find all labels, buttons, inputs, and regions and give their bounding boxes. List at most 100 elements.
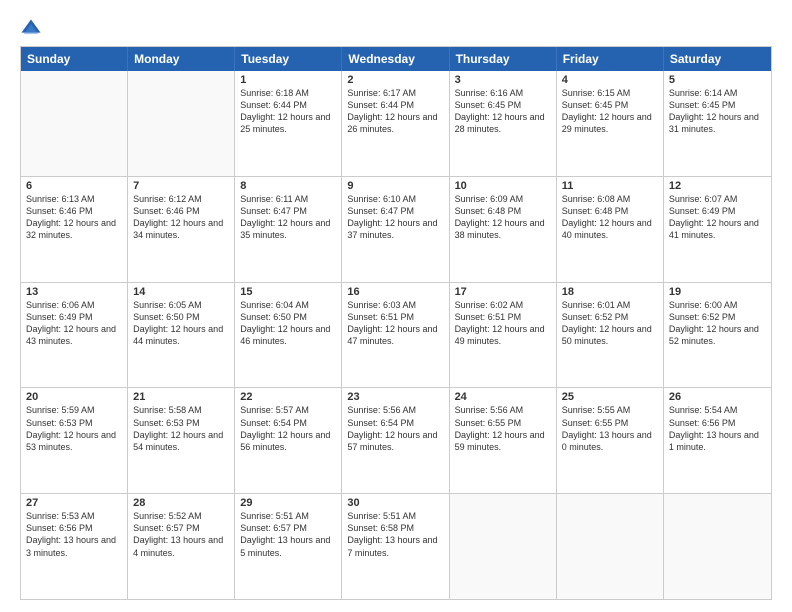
day-info: Sunrise: 5:53 AM Sunset: 6:56 PM Dayligh… [26, 510, 122, 559]
calendar-cell: 20Sunrise: 5:59 AM Sunset: 6:53 PM Dayli… [21, 388, 128, 493]
header-day-saturday: Saturday [664, 47, 771, 71]
day-number: 28 [133, 497, 229, 509]
page: SundayMondayTuesdayWednesdayThursdayFrid… [0, 0, 792, 612]
day-info: Sunrise: 6:02 AM Sunset: 6:51 PM Dayligh… [455, 299, 551, 348]
day-info: Sunrise: 5:59 AM Sunset: 6:53 PM Dayligh… [26, 404, 122, 453]
day-info: Sunrise: 5:51 AM Sunset: 6:58 PM Dayligh… [347, 510, 443, 559]
day-number: 14 [133, 286, 229, 298]
day-info: Sunrise: 6:04 AM Sunset: 6:50 PM Dayligh… [240, 299, 336, 348]
day-info: Sunrise: 5:51 AM Sunset: 6:57 PM Dayligh… [240, 510, 336, 559]
calendar-cell [557, 494, 664, 599]
header [20, 18, 772, 40]
header-day-friday: Friday [557, 47, 664, 71]
calendar-cell: 26Sunrise: 5:54 AM Sunset: 6:56 PM Dayli… [664, 388, 771, 493]
day-number: 29 [240, 497, 336, 509]
day-info: Sunrise: 6:12 AM Sunset: 6:46 PM Dayligh… [133, 193, 229, 242]
header-day-thursday: Thursday [450, 47, 557, 71]
calendar-cell: 5Sunrise: 6:14 AM Sunset: 6:45 PM Daylig… [664, 71, 771, 176]
calendar-row-0: 1Sunrise: 6:18 AM Sunset: 6:44 PM Daylig… [21, 71, 771, 177]
logo [20, 18, 46, 40]
calendar-header: SundayMondayTuesdayWednesdayThursdayFrid… [21, 47, 771, 71]
calendar-cell: 25Sunrise: 5:55 AM Sunset: 6:55 PM Dayli… [557, 388, 664, 493]
calendar-cell [21, 71, 128, 176]
day-number: 18 [562, 286, 658, 298]
calendar-cell: 6Sunrise: 6:13 AM Sunset: 6:46 PM Daylig… [21, 177, 128, 282]
day-number: 10 [455, 180, 551, 192]
day-info: Sunrise: 5:56 AM Sunset: 6:54 PM Dayligh… [347, 404, 443, 453]
header-day-monday: Monday [128, 47, 235, 71]
day-number: 9 [347, 180, 443, 192]
day-info: Sunrise: 5:52 AM Sunset: 6:57 PM Dayligh… [133, 510, 229, 559]
calendar-cell: 7Sunrise: 6:12 AM Sunset: 6:46 PM Daylig… [128, 177, 235, 282]
day-number: 22 [240, 391, 336, 403]
day-number: 30 [347, 497, 443, 509]
calendar-cell: 8Sunrise: 6:11 AM Sunset: 6:47 PM Daylig… [235, 177, 342, 282]
day-number: 25 [562, 391, 658, 403]
calendar-cell: 12Sunrise: 6:07 AM Sunset: 6:49 PM Dayli… [664, 177, 771, 282]
day-number: 26 [669, 391, 766, 403]
calendar-cell: 24Sunrise: 5:56 AM Sunset: 6:55 PM Dayli… [450, 388, 557, 493]
day-info: Sunrise: 6:07 AM Sunset: 6:49 PM Dayligh… [669, 193, 766, 242]
day-number: 15 [240, 286, 336, 298]
day-number: 7 [133, 180, 229, 192]
calendar-cell: 15Sunrise: 6:04 AM Sunset: 6:50 PM Dayli… [235, 283, 342, 388]
calendar-body: 1Sunrise: 6:18 AM Sunset: 6:44 PM Daylig… [21, 71, 771, 599]
day-info: Sunrise: 6:16 AM Sunset: 6:45 PM Dayligh… [455, 87, 551, 136]
day-info: Sunrise: 6:09 AM Sunset: 6:48 PM Dayligh… [455, 193, 551, 242]
calendar-cell: 21Sunrise: 5:58 AM Sunset: 6:53 PM Dayli… [128, 388, 235, 493]
header-day-tuesday: Tuesday [235, 47, 342, 71]
calendar-cell: 1Sunrise: 6:18 AM Sunset: 6:44 PM Daylig… [235, 71, 342, 176]
day-info: Sunrise: 6:06 AM Sunset: 6:49 PM Dayligh… [26, 299, 122, 348]
calendar-row-3: 20Sunrise: 5:59 AM Sunset: 6:53 PM Dayli… [21, 388, 771, 494]
header-day-sunday: Sunday [21, 47, 128, 71]
calendar-cell: 13Sunrise: 6:06 AM Sunset: 6:49 PM Dayli… [21, 283, 128, 388]
calendar-cell: 30Sunrise: 5:51 AM Sunset: 6:58 PM Dayli… [342, 494, 449, 599]
day-number: 5 [669, 74, 766, 86]
day-number: 2 [347, 74, 443, 86]
header-day-wednesday: Wednesday [342, 47, 449, 71]
calendar-cell: 9Sunrise: 6:10 AM Sunset: 6:47 PM Daylig… [342, 177, 449, 282]
day-info: Sunrise: 6:10 AM Sunset: 6:47 PM Dayligh… [347, 193, 443, 242]
calendar-cell: 11Sunrise: 6:08 AM Sunset: 6:48 PM Dayli… [557, 177, 664, 282]
day-number: 24 [455, 391, 551, 403]
calendar-cell: 4Sunrise: 6:15 AM Sunset: 6:45 PM Daylig… [557, 71, 664, 176]
calendar-cell [128, 71, 235, 176]
day-info: Sunrise: 5:58 AM Sunset: 6:53 PM Dayligh… [133, 404, 229, 453]
day-number: 17 [455, 286, 551, 298]
day-info: Sunrise: 5:56 AM Sunset: 6:55 PM Dayligh… [455, 404, 551, 453]
day-number: 3 [455, 74, 551, 86]
day-info: Sunrise: 5:54 AM Sunset: 6:56 PM Dayligh… [669, 404, 766, 453]
calendar-cell: 16Sunrise: 6:03 AM Sunset: 6:51 PM Dayli… [342, 283, 449, 388]
calendar-cell: 29Sunrise: 5:51 AM Sunset: 6:57 PM Dayli… [235, 494, 342, 599]
day-number: 16 [347, 286, 443, 298]
day-number: 1 [240, 74, 336, 86]
logo-icon [20, 18, 42, 40]
calendar-row-1: 6Sunrise: 6:13 AM Sunset: 6:46 PM Daylig… [21, 177, 771, 283]
calendar-cell: 28Sunrise: 5:52 AM Sunset: 6:57 PM Dayli… [128, 494, 235, 599]
day-info: Sunrise: 6:15 AM Sunset: 6:45 PM Dayligh… [562, 87, 658, 136]
calendar-cell [664, 494, 771, 599]
day-number: 8 [240, 180, 336, 192]
calendar-cell: 3Sunrise: 6:16 AM Sunset: 6:45 PM Daylig… [450, 71, 557, 176]
day-number: 27 [26, 497, 122, 509]
calendar-cell: 17Sunrise: 6:02 AM Sunset: 6:51 PM Dayli… [450, 283, 557, 388]
day-number: 4 [562, 74, 658, 86]
day-number: 13 [26, 286, 122, 298]
day-info: Sunrise: 6:11 AM Sunset: 6:47 PM Dayligh… [240, 193, 336, 242]
calendar-cell: 14Sunrise: 6:05 AM Sunset: 6:50 PM Dayli… [128, 283, 235, 388]
day-info: Sunrise: 5:57 AM Sunset: 6:54 PM Dayligh… [240, 404, 336, 453]
calendar-cell: 2Sunrise: 6:17 AM Sunset: 6:44 PM Daylig… [342, 71, 449, 176]
calendar-row-4: 27Sunrise: 5:53 AM Sunset: 6:56 PM Dayli… [21, 494, 771, 599]
day-number: 20 [26, 391, 122, 403]
calendar-cell: 18Sunrise: 6:01 AM Sunset: 6:52 PM Dayli… [557, 283, 664, 388]
day-number: 23 [347, 391, 443, 403]
day-info: Sunrise: 6:14 AM Sunset: 6:45 PM Dayligh… [669, 87, 766, 136]
calendar-cell: 23Sunrise: 5:56 AM Sunset: 6:54 PM Dayli… [342, 388, 449, 493]
day-info: Sunrise: 5:55 AM Sunset: 6:55 PM Dayligh… [562, 404, 658, 453]
day-info: Sunrise: 6:00 AM Sunset: 6:52 PM Dayligh… [669, 299, 766, 348]
calendar-cell: 27Sunrise: 5:53 AM Sunset: 6:56 PM Dayli… [21, 494, 128, 599]
day-info: Sunrise: 6:13 AM Sunset: 6:46 PM Dayligh… [26, 193, 122, 242]
day-number: 12 [669, 180, 766, 192]
calendar-cell: 22Sunrise: 5:57 AM Sunset: 6:54 PM Dayli… [235, 388, 342, 493]
calendar-row-2: 13Sunrise: 6:06 AM Sunset: 6:49 PM Dayli… [21, 283, 771, 389]
